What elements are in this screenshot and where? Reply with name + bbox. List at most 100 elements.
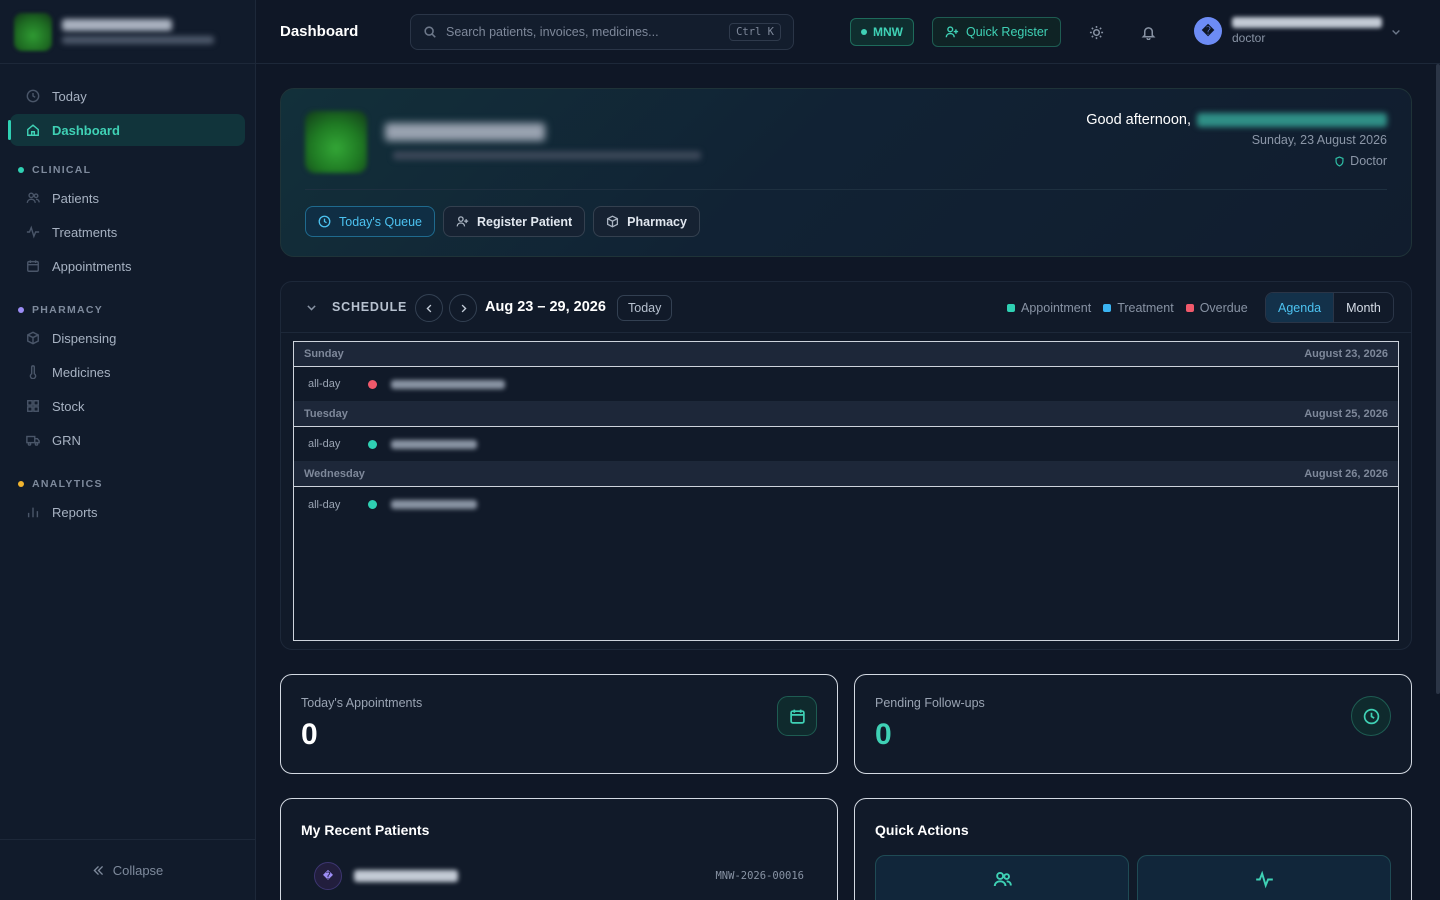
sidebar-item-label: Appointments <box>52 258 132 274</box>
divider <box>305 189 1387 190</box>
stat-value: 0 <box>875 718 892 751</box>
user-plus-icon <box>945 26 959 38</box>
search-bar[interactable]: Ctrl K <box>410 14 794 50</box>
package-icon <box>27 331 39 345</box>
shortcut-hint: Ctrl K <box>729 23 781 41</box>
grid-icon <box>27 400 39 412</box>
sidebar-item-dispensing[interactable]: Dispensing <box>10 322 245 354</box>
day-name: Tuesday <box>304 408 348 420</box>
section-dot <box>18 307 24 313</box>
quick-register-button[interactable]: Quick Register <box>932 17 1061 47</box>
day-name: Sunday <box>304 348 344 360</box>
sidebar-item-appointments[interactable]: Appointments <box>10 250 245 282</box>
agenda-event[interactable]: all-day <box>294 367 1398 402</box>
register-patient-button[interactable]: Register Patient <box>443 206 586 237</box>
users-icon <box>993 872 1012 887</box>
greeting: Good afternoon, <box>1086 112 1387 128</box>
role-label: Doctor <box>1350 154 1387 168</box>
section-pharmacy: PHARMACY <box>10 304 245 316</box>
card-title: Quick Actions <box>875 822 969 838</box>
sidebar-item-label: Stock <box>52 398 85 414</box>
sidebar-item-stock[interactable]: Stock <box>10 390 245 422</box>
quick-register-label: Quick Register <box>966 25 1048 39</box>
chevron-down-icon <box>1392 30 1400 35</box>
activity-icon <box>1255 870 1273 889</box>
card-title: My Recent Patients <box>301 822 430 838</box>
sidebar-item-label: GRN <box>52 432 81 448</box>
schedule-panel: SCHEDULE Aug 23 – 29, 2026 Today Appoint… <box>280 281 1412 650</box>
event-time: all-day <box>308 378 341 390</box>
package-icon <box>607 215 619 228</box>
section-label: PHARMACY <box>32 304 104 316</box>
sidebar-item-label: Dispensing <box>52 330 117 346</box>
pharmacy-button[interactable]: Pharmacy <box>593 206 700 237</box>
schedule-title: SCHEDULE <box>332 300 408 314</box>
event-title-redacted <box>391 439 478 449</box>
button-label: Pharmacy <box>627 214 687 229</box>
prev-week-button[interactable] <box>415 294 443 322</box>
branch-badge[interactable]: MNW <box>850 18 914 46</box>
schedule-collapse-toggle[interactable] <box>305 301 318 319</box>
agenda-event[interactable]: all-day <box>294 487 1398 522</box>
event-status-dot <box>368 379 378 389</box>
next-week-button[interactable] <box>449 294 477 322</box>
stat-value: 0 <box>301 718 318 751</box>
sidebar-nav: Today Dashboard CLINICAL Patients Treatm… <box>0 64 255 528</box>
scrollbar[interactable] <box>1436 64 1440 694</box>
pending-followups-card[interactable]: Pending Follow-ups 0 <box>854 674 1412 774</box>
button-label: Today's Queue <box>339 214 422 229</box>
clinic-subtitle-redacted <box>393 151 701 160</box>
bell-icon <box>1141 26 1155 40</box>
today-button[interactable]: Today <box>617 295 673 321</box>
todays-appointments-card[interactable]: Today's Appointments 0 <box>280 674 838 774</box>
todays-queue-button[interactable]: Today's Queue <box>305 206 435 237</box>
quick-action-treatments[interactable] <box>1137 855 1391 900</box>
brand[interactable] <box>0 0 255 64</box>
stat-icon-box <box>1351 696 1391 736</box>
view-month-button[interactable]: Month <box>1334 293 1393 322</box>
truck-icon <box>26 435 40 446</box>
greeting-text: Good afternoon, <box>1086 112 1191 128</box>
users-icon <box>26 192 40 203</box>
collapse-button[interactable]: Collapse <box>0 839 255 900</box>
calendar-icon <box>789 709 805 724</box>
clock-icon <box>26 89 40 103</box>
theme-toggle-button[interactable] <box>1086 22 1106 42</box>
sidebar-item-patients[interactable]: Patients <box>10 182 245 214</box>
sidebar-item-label: Reports <box>52 504 98 520</box>
recent-patient-row[interactable]: � MNW-2026-00016 <box>301 861 817 891</box>
event-time: all-day <box>308 498 341 511</box>
view-agenda-button[interactable]: Agenda <box>1266 293 1335 322</box>
notifications-button[interactable] <box>1138 22 1158 42</box>
event-time: all-day <box>308 438 341 450</box>
welcome-card: Good afternoon, Sunday, 23 August 2026 D… <box>280 88 1412 257</box>
user-role: doctor <box>1232 31 1266 45</box>
thermometer-icon <box>29 365 37 379</box>
home-icon <box>27 124 39 136</box>
day-date: August 25, 2026 <box>1304 408 1388 420</box>
quick-actions-card: Quick Actions <box>854 798 1412 900</box>
agenda-event[interactable]: all-day <box>294 427 1398 462</box>
sidebar-item-dashboard[interactable]: Dashboard <box>8 114 245 146</box>
legend-overdue: Overdue <box>1185 301 1248 315</box>
sidebar-item-grn[interactable]: GRN <box>10 424 245 456</box>
user-menu[interactable]: � doctor <box>1194 17 1382 45</box>
quick-action-patients[interactable] <box>875 855 1129 900</box>
clock-icon <box>1363 708 1379 724</box>
clinic-logo <box>305 111 367 173</box>
section-label: CLINICAL <box>32 164 92 176</box>
collapse-label: Collapse <box>112 862 164 878</box>
sidebar: Today Dashboard CLINICAL Patients Treatm… <box>0 0 256 900</box>
branch-label: MNW <box>873 25 903 39</box>
sidebar-item-label: Today <box>52 88 87 104</box>
button-label: Register Patient <box>477 214 573 229</box>
event-status-dot <box>368 500 378 509</box>
user-menu-chevron[interactable] <box>1390 25 1402 43</box>
view-toggle: Agenda Month <box>1265 292 1394 323</box>
sidebar-item-treatments[interactable]: Treatments <box>10 216 245 248</box>
day-date: August 26, 2026 <box>1304 468 1388 480</box>
sidebar-item-reports[interactable]: Reports <box>10 496 245 528</box>
search-input[interactable] <box>446 25 721 39</box>
sidebar-item-today[interactable]: Today <box>10 80 245 112</box>
sidebar-item-medicines[interactable]: Medicines <box>10 356 245 388</box>
